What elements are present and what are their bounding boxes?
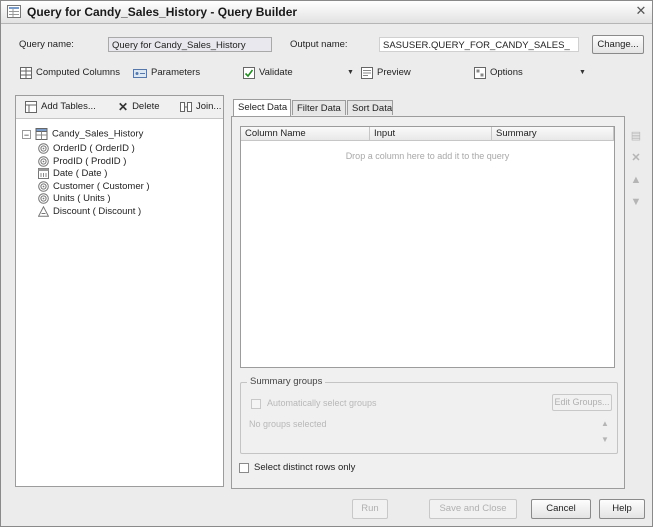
summary-groups-title: Summary groups (247, 376, 326, 387)
column-header-name[interactable]: Column Name (241, 127, 370, 141)
output-name-label: Output name: (290, 39, 348, 50)
join-icon (180, 102, 192, 112)
column-header-summary[interactable]: Summary (492, 127, 614, 141)
add-tables-label: Add Tables... (41, 101, 96, 112)
group-up-icon[interactable]: ▲ (597, 417, 613, 431)
add-column-icon[interactable]: ▤ (628, 128, 644, 144)
preview-icon (361, 67, 373, 79)
character-column-icon (37, 205, 50, 217)
cancel-button[interactable]: Cancel (531, 499, 591, 519)
auto-select-groups-checkbox[interactable] (251, 399, 261, 409)
validate-label: Validate (259, 67, 293, 78)
save-and-close-button[interactable]: Save and Close (429, 499, 517, 519)
query-name-input[interactable]: Query for Candy_Sales_History (108, 37, 272, 52)
add-tables-button[interactable]: Add Tables... (25, 99, 96, 115)
group-down-icon[interactable]: ▼ (597, 433, 613, 447)
options-icon (474, 67, 486, 79)
preview-button[interactable]: Preview (361, 65, 411, 81)
date-column-icon (38, 168, 49, 180)
collapse-icon[interactable]: − (22, 129, 31, 139)
numeric-column-icon (38, 180, 49, 192)
options-label: Options (490, 67, 523, 78)
parameters-button[interactable]: Parameters (133, 65, 200, 81)
column-item-label: Date ( Date ) (53, 168, 108, 180)
tab-select-data[interactable]: Select Data (233, 99, 291, 116)
table-node[interactable]: − Candy_Sales_History (22, 128, 143, 140)
close-icon[interactable]: ✕ (634, 3, 648, 19)
change-button[interactable]: Change... (592, 35, 644, 54)
grid-empty-hint: Drop a column here to add it to the quer… (345, 151, 510, 161)
select-distinct-checkbox[interactable] (239, 463, 249, 473)
numeric-column-icon (38, 143, 49, 154)
join-label: Join... (196, 101, 222, 112)
delete-x-icon: ✕ (118, 100, 129, 114)
column-item-label: Customer ( Customer ) (53, 180, 150, 192)
summary-groups-box: Summary groups Automatically select grou… (240, 376, 618, 454)
query-builder-icon (7, 5, 21, 18)
parameters-label: Parameters (151, 67, 201, 78)
move-down-icon[interactable]: ▼ (628, 194, 644, 210)
options-button[interactable]: Options (474, 65, 523, 81)
tables-panel: Add Tables... ✕ Delete Join... − Candy_Sa… (15, 95, 224, 487)
delete-label: Delete (132, 101, 160, 112)
help-button[interactable]: Help (599, 499, 645, 519)
query-name-label: Query name: (19, 39, 74, 50)
column-item[interactable]: Date ( Date ) (38, 168, 107, 179)
column-item[interactable]: Customer ( Customer ) (38, 181, 150, 192)
column-item[interactable]: ProdID ( ProdID ) (38, 156, 126, 167)
validate-dropdown-arrow-icon[interactable]: ▼ (347, 69, 354, 76)
column-item[interactable]: OrderID ( OrderID ) (38, 143, 135, 154)
window-title: Query for Candy_Sales_History - Query Bu… (27, 5, 298, 19)
no-groups-text: No groups selected (249, 419, 327, 429)
run-button[interactable]: Run (352, 499, 388, 519)
edit-groups-button[interactable]: Edit Groups... (552, 394, 612, 411)
add-table-icon (25, 101, 37, 113)
tables-toolbar: Add Tables... ✕ Delete Join... (16, 96, 223, 119)
column-item-label: Discount ( Discount ) (53, 206, 142, 218)
column-header-input[interactable]: Input (370, 127, 492, 141)
join-button[interactable]: Join... (180, 99, 221, 115)
tab-filter-data[interactable]: Filter Data (292, 100, 346, 115)
title-bar: Query for Candy_Sales_History - Query Bu… (1, 1, 652, 24)
computed-columns-icon (20, 67, 32, 79)
move-up-icon[interactable]: ▲ (628, 172, 644, 188)
column-item-label: Units ( Units ) (53, 193, 111, 205)
select-data-panel: Column Name Input Summary Drop a column … (231, 116, 625, 489)
select-distinct-label[interactable]: Select distinct rows only (254, 462, 355, 473)
table-name: Candy_Sales_History (52, 128, 144, 140)
delete-column-icon[interactable]: ✕ (628, 150, 644, 166)
delete-button[interactable]: ✕ Delete (118, 99, 160, 115)
table-icon (35, 128, 48, 140)
numeric-column-icon (38, 155, 49, 167)
auto-select-groups-label: Automatically select groups (267, 398, 377, 408)
numeric-column-icon (38, 193, 49, 205)
select-columns-grid[interactable]: Column Name Input Summary Drop a column … (240, 126, 615, 368)
validate-button[interactable]: Validate (243, 65, 293, 81)
column-item-label: ProdID ( ProdID ) (53, 155, 127, 167)
column-item[interactable]: Discount ( Discount ) (37, 205, 142, 218)
output-name-field: SASUSER.QUERY_FOR_CANDY_SALES_ (379, 37, 579, 52)
tab-sort-data[interactable]: Sort Data (347, 100, 393, 115)
column-item-label: OrderID ( OrderID ) (53, 143, 135, 155)
query-builder-window: Query for Candy_Sales_History - Query Bu… (0, 0, 653, 527)
computed-columns-button[interactable]: Computed Columns (20, 65, 120, 81)
validate-icon (243, 67, 255, 79)
computed-columns-label: Computed Columns (36, 67, 120, 78)
preview-label: Preview (377, 67, 411, 78)
parameters-icon (133, 69, 147, 78)
column-item[interactable]: Units ( Units ) (38, 193, 111, 204)
options-dropdown-arrow-icon[interactable]: ▼ (579, 69, 586, 76)
